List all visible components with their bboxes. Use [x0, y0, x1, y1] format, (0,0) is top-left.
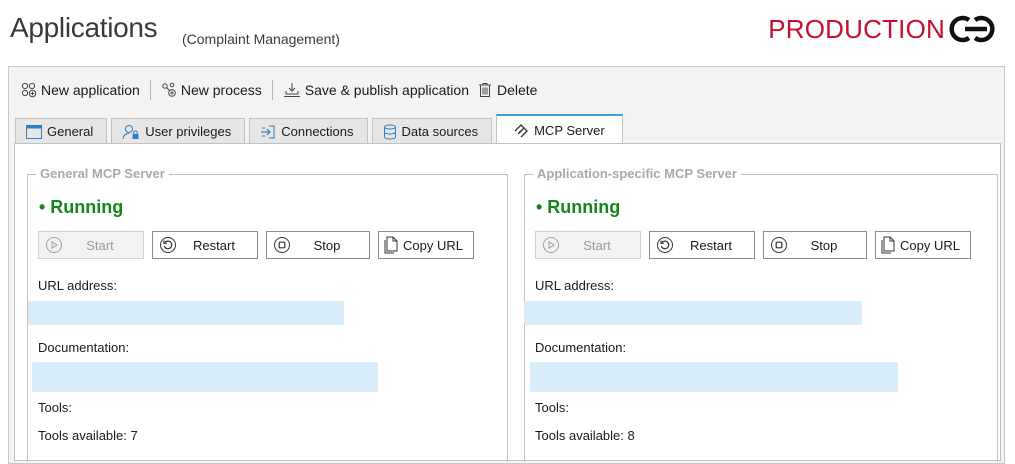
stop-icon — [274, 237, 290, 253]
restart-button[interactable]: Restart — [152, 231, 258, 259]
tab-mcp-server[interactable]: MCP Server — [496, 114, 623, 145]
new-application-label: New application — [41, 82, 140, 98]
page-title: Applications — [10, 12, 158, 43]
documentation-link[interactable] — [32, 362, 378, 392]
environment-label: PRODUCTION — [768, 13, 945, 44]
group-title: General MCP Server — [36, 166, 169, 181]
restart-icon — [657, 237, 673, 253]
tools-available: Tools available: 7 — [38, 428, 138, 443]
restart-button[interactable]: Restart — [649, 231, 755, 259]
tab-data-sources-label: Data sources — [401, 124, 479, 139]
url-address-value[interactable] — [28, 301, 344, 325]
page-subtitle: (Complaint Management) — [182, 31, 340, 47]
header: Applications (Complaint Management) PROD… — [10, 8, 1005, 56]
stop-label: Stop — [313, 237, 341, 253]
status-running: • Running — [536, 197, 621, 217]
connection-icon — [261, 125, 275, 138]
new-process-icon — [162, 82, 176, 97]
group-title: Application-specific MCP Server — [533, 166, 741, 181]
new-application-button[interactable]: New application — [17, 78, 144, 102]
tools-label: Tools: — [38, 400, 72, 415]
mcp-icon — [514, 123, 529, 137]
tab-connections-label: Connections — [281, 124, 354, 139]
stop-button[interactable]: Stop — [266, 231, 370, 259]
tab-connections[interactable]: Connections — [249, 118, 368, 144]
save-publish-icon — [283, 83, 300, 97]
tab-bar: General User privileges Connections Data… — [15, 114, 627, 145]
documentation-link[interactable] — [530, 362, 898, 392]
toolbar-divider — [271, 80, 273, 100]
tab-general[interactable]: General — [15, 118, 108, 144]
window-icon — [26, 124, 42, 139]
tab-general-label: General — [47, 124, 94, 139]
restart-label: Restart — [193, 237, 235, 253]
copy-icon — [881, 236, 895, 254]
stop-icon — [771, 237, 787, 253]
copy-url-label: Copy URL — [403, 237, 463, 253]
connected-rings-logo-icon — [949, 15, 995, 43]
play-icon — [543, 237, 559, 253]
start-label: Start — [86, 237, 114, 253]
user-lock-icon — [122, 124, 139, 139]
copy-icon — [384, 236, 398, 254]
documentation-label: Documentation: — [535, 340, 627, 355]
save-publish-label: Save & publish application — [304, 82, 469, 98]
application-editor: New application New process Save & publi… — [8, 66, 1005, 464]
play-icon — [46, 237, 62, 253]
new-process-button[interactable]: New process — [157, 78, 266, 102]
mcp-server-panel: General MCP Server • Running Start Resta… — [14, 143, 1001, 462]
start-button[interactable]: Start — [38, 231, 144, 259]
restart-icon — [160, 237, 176, 253]
database-icon — [383, 124, 396, 140]
copy-url-label: Copy URL — [900, 237, 960, 253]
copy-url-button[interactable]: Copy URL — [875, 231, 971, 259]
new-process-label: New process — [180, 82, 262, 98]
tools-label: Tools: — [535, 400, 569, 415]
tab-user-privileges[interactable]: User privileges — [111, 118, 246, 144]
save-publish-button[interactable]: Save & publish application — [279, 78, 473, 102]
copy-url-button[interactable]: Copy URL — [378, 231, 474, 259]
toolbar-divider — [149, 80, 151, 100]
application-mcp-server-group: Application-specific MCP Server • Runnin… — [524, 166, 998, 462]
url-address-label: URL address: — [38, 278, 117, 293]
url-address-value[interactable] — [524, 301, 862, 325]
tab-mcp-server-label: MCP Server — [534, 123, 605, 138]
restart-label: Restart — [690, 237, 732, 253]
trash-icon — [479, 83, 491, 97]
stop-label: Stop — [810, 237, 838, 253]
delete-label: Delete — [497, 82, 538, 98]
new-application-icon — [21, 82, 37, 98]
start-button[interactable]: Start — [535, 231, 641, 259]
delete-button[interactable]: Delete — [473, 78, 541, 102]
general-mcp-server-group: General MCP Server • Running Start Resta… — [27, 166, 508, 462]
url-address-label: URL address: — [535, 278, 614, 293]
environment-badge: PRODUCTION — [768, 13, 997, 45]
server-actions: Start Restart Stop Copy URL — [38, 231, 482, 259]
status-running: • Running — [39, 197, 124, 217]
toolbar: New application New process Save & publi… — [17, 77, 541, 103]
start-label: Start — [583, 237, 611, 253]
tools-available: Tools available: 8 — [535, 428, 635, 443]
server-actions: Start Restart Stop Copy URL — [535, 231, 979, 259]
tab-user-privileges-label: User privileges — [145, 124, 232, 139]
documentation-label: Documentation: — [38, 340, 130, 355]
stop-button[interactable]: Stop — [763, 231, 867, 259]
tab-data-sources[interactable]: Data sources — [371, 118, 493, 144]
